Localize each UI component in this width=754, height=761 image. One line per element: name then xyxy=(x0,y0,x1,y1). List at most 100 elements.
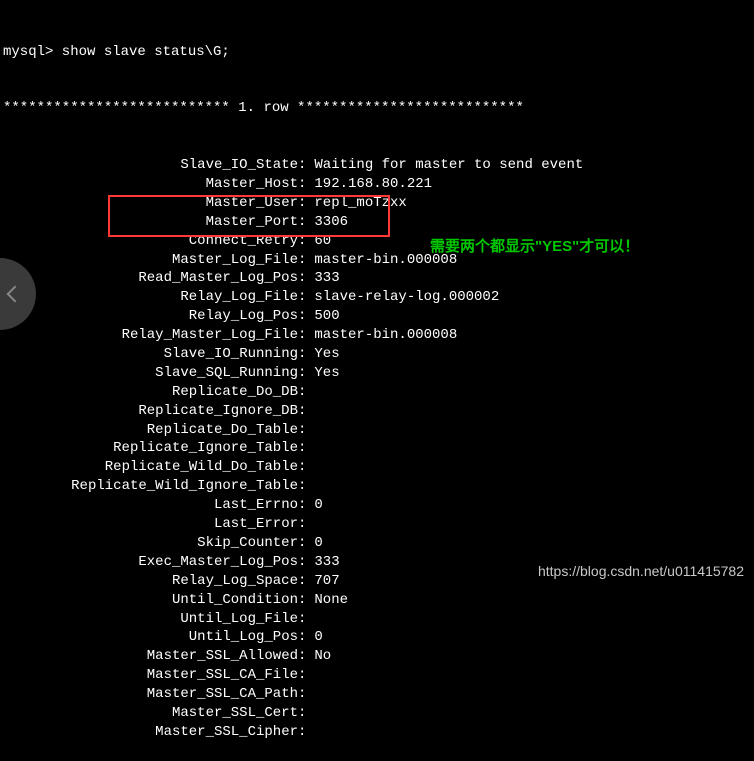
field-value: No xyxy=(306,647,331,666)
field-label: Relay_Master_Log_File xyxy=(0,326,298,345)
row-separator: *************************** 1. row *****… xyxy=(0,99,754,118)
status-row: Master_SSL_CA_Path: xyxy=(0,685,754,704)
field-value: Yes xyxy=(306,364,339,383)
field-label: Master_SSL_CA_Path xyxy=(0,685,298,704)
field-value: 0 xyxy=(306,534,322,553)
field-label: Connect_Retry xyxy=(0,232,298,251)
status-row: Master_Log_File:master-bin.000008 xyxy=(0,251,754,270)
status-row: Master_SSL_Cert: xyxy=(0,704,754,723)
field-label: Relay_Log_Pos xyxy=(0,307,298,326)
status-row: Master_Port:3306 xyxy=(0,213,754,232)
field-label: Exec_Master_Log_Pos xyxy=(0,553,298,572)
colon: : xyxy=(298,647,306,666)
field-label: Until_Condition xyxy=(0,591,298,610)
field-value: Yes xyxy=(306,345,339,364)
status-row: Read_Master_Log_Pos:333 xyxy=(0,269,754,288)
status-row: Relay_Log_File:slave-relay-log.000002 xyxy=(0,288,754,307)
field-value: 0 xyxy=(306,628,322,647)
field-value xyxy=(306,723,314,742)
status-row: Master_User:repl_moTzxx xyxy=(0,194,754,213)
status-row: Replicate_Wild_Ignore_Table: xyxy=(0,477,754,496)
field-value: slave-relay-log.000002 xyxy=(306,288,499,307)
field-value: Waiting for master to send event xyxy=(306,156,583,175)
field-label: Last_Errno xyxy=(0,496,298,515)
status-row: Master_SSL_Allowed:No xyxy=(0,647,754,666)
colon: : xyxy=(298,723,306,742)
field-label: Last_Error xyxy=(0,515,298,534)
annotation-text: 需要两个都显示"YES"才可以！ xyxy=(430,237,639,257)
colon: : xyxy=(298,496,306,515)
colon: : xyxy=(298,591,306,610)
status-row: Slave_IO_State:Waiting for master to sen… xyxy=(0,156,754,175)
colon: : xyxy=(298,553,306,572)
colon: : xyxy=(298,364,306,383)
field-label: Relay_Log_File xyxy=(0,288,298,307)
field-value xyxy=(306,666,314,685)
field-label: Read_Master_Log_Pos xyxy=(0,269,298,288)
field-label: Master_SSL_Cert xyxy=(0,704,298,723)
field-label: Replicate_Do_Table xyxy=(0,421,298,440)
field-value xyxy=(306,458,314,477)
field-value: 333 xyxy=(306,553,339,572)
status-row: Master_SSL_CA_File: xyxy=(0,666,754,685)
colon: : xyxy=(298,232,306,251)
field-label: Until_Log_File xyxy=(0,610,298,629)
colon: : xyxy=(298,307,306,326)
colon: : xyxy=(298,515,306,534)
field-value: None xyxy=(306,591,348,610)
status-row: Replicate_Do_Table: xyxy=(0,421,754,440)
colon: : xyxy=(298,213,306,232)
colon: : xyxy=(298,251,306,270)
status-row: Until_Log_File: xyxy=(0,610,754,629)
field-label: Slave_IO_State xyxy=(0,156,298,175)
field-value: 192.168.80.221 xyxy=(306,175,432,194)
colon: : xyxy=(298,421,306,440)
status-row: Relay_Master_Log_File:master-bin.000008 xyxy=(0,326,754,345)
status-row: Skip_Counter:0 xyxy=(0,534,754,553)
status-row: Replicate_Wild_Do_Table: xyxy=(0,458,754,477)
field-label: Slave_SQL_Running xyxy=(0,364,298,383)
status-row: Last_Error: xyxy=(0,515,754,534)
status-row: Master_SSL_Cipher: xyxy=(0,723,754,742)
status-row: Replicate_Ignore_DB: xyxy=(0,402,754,421)
command-prompt: mysql> show slave status\G; xyxy=(0,43,754,62)
field-label: Replicate_Ignore_DB xyxy=(0,402,298,421)
field-label: Replicate_Wild_Ignore_Table xyxy=(0,477,298,496)
field-label: Skip_Counter xyxy=(0,534,298,553)
colon: : xyxy=(298,628,306,647)
field-value: 60 xyxy=(306,232,331,251)
status-row: Master_Host:192.168.80.221 xyxy=(0,175,754,194)
field-value xyxy=(306,704,314,723)
field-value xyxy=(306,685,314,704)
field-label: Master_SSL_Cipher xyxy=(0,723,298,742)
colon: : xyxy=(298,194,306,213)
field-value xyxy=(306,515,314,534)
colon: : xyxy=(298,477,306,496)
field-label: Replicate_Do_DB xyxy=(0,383,298,402)
colon: : xyxy=(298,685,306,704)
status-row: Slave_SQL_Running:Yes xyxy=(0,364,754,383)
field-label: Replicate_Wild_Do_Table xyxy=(0,458,298,477)
colon: : xyxy=(298,383,306,402)
terminal-output: mysql> show slave status\G; ************… xyxy=(0,5,754,761)
field-value xyxy=(306,439,314,458)
colon: : xyxy=(298,175,306,194)
field-value xyxy=(306,477,314,496)
field-value xyxy=(306,421,314,440)
colon: : xyxy=(298,704,306,723)
colon: : xyxy=(298,458,306,477)
colon: : xyxy=(298,269,306,288)
field-value xyxy=(306,402,314,421)
colon: : xyxy=(298,326,306,345)
status-row: Slave_IO_Running:Yes xyxy=(0,345,754,364)
field-value: 333 xyxy=(306,269,339,288)
status-row: Replicate_Do_DB: xyxy=(0,383,754,402)
field-label: Master_User xyxy=(0,194,298,213)
status-row: Until_Log_Pos:0 xyxy=(0,628,754,647)
field-label: Master_SSL_Allowed xyxy=(0,647,298,666)
field-label: Until_Log_Pos xyxy=(0,628,298,647)
colon: : xyxy=(298,610,306,629)
status-row: Until_Condition:None xyxy=(0,591,754,610)
colon: : xyxy=(298,439,306,458)
field-label: Master_Log_File xyxy=(0,251,298,270)
